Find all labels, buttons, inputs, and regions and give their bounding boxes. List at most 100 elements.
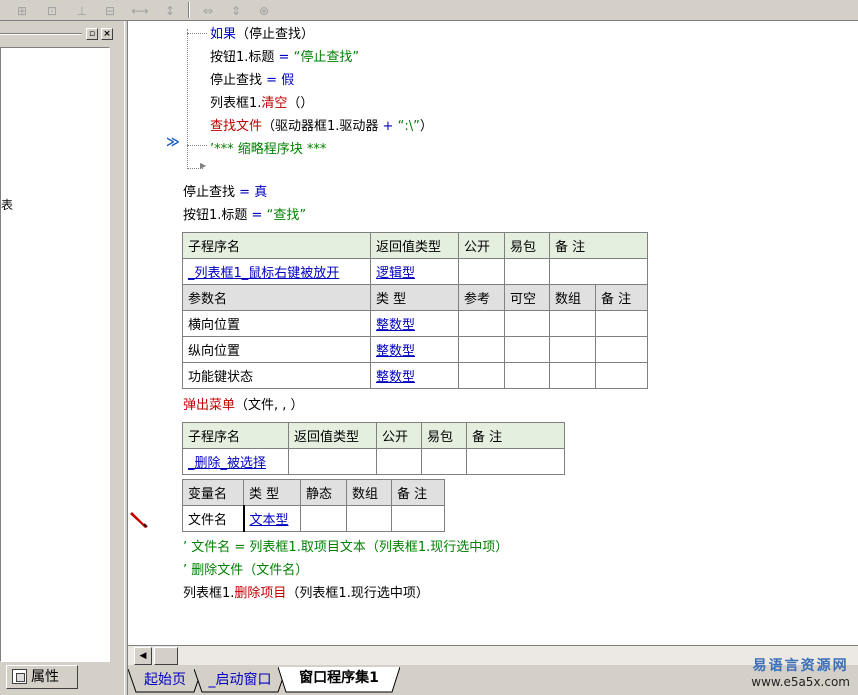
param-name-cell[interactable]: 横向位置 [182,310,371,337]
code-line[interactable]: 停止查找 = 真 [183,181,267,200]
param-name-cell[interactable]: 功能键状态 [182,362,371,389]
public-cell[interactable] [458,258,505,285]
return-type-cell[interactable] [288,448,377,475]
space-horizontal-icon[interactable]: ⟷ [130,1,150,19]
subroutine-name: _列表框1_鼠标右键被放开 [188,266,340,281]
tab-start-page[interactable]: 起始页 [128,669,202,693]
param-remark-cell[interactable] [595,310,648,337]
code-text: 列表框1. [210,96,262,111]
param-ref-cell[interactable] [458,336,505,363]
collapsed-block-marker-icon[interactable]: ≫ [166,135,180,150]
easy-pkg-cell[interactable] [504,258,550,285]
return-type: 逻辑型 [376,266,416,281]
maximize-icon[interactable]: ▫ [86,28,98,40]
param-remark-cell[interactable] [595,362,648,389]
param-type-cell[interactable]: 整数型 [370,310,459,337]
align-middle-icon[interactable]: ⊟ [100,1,120,19]
document-tabs: 起始页 _启动窗口 窗口程序集1 [128,665,858,695]
align-center-icon[interactable]: ⊡ [42,1,62,19]
same-width-icon[interactable]: ⇔ [198,1,218,19]
code-line-if[interactable]: 如果（停止查找） [210,23,314,42]
panel-title-bar: ▫ × [0,26,118,42]
param-ref-cell[interactable] [458,310,505,337]
header-cell: 公开 [376,422,422,449]
subroutine-table: 子程序名 返回值类型 公开 易包 备 注 _列表框1_鼠标右键被放开 逻辑型 参… [182,232,648,389]
code-line[interactable]: 查找文件（驱动器框1.驱动器 + “:\”） [210,115,433,134]
space-vertical-icon[interactable]: ↕ [160,1,180,19]
string-literal: “:\” [397,119,420,134]
return-type-cell[interactable]: 逻辑型 [370,258,459,285]
param-optional-cell[interactable] [504,310,550,337]
tab-window-assembly[interactable]: 窗口程序集1 [278,667,400,693]
subroutine-name-cell[interactable]: _列表框1_鼠标右键被放开 [182,258,371,285]
tab-startup-window[interactable]: _启动窗口 [194,669,286,693]
code-line-comment[interactable]: ’ 文件名 = 列表框1.取项目文本（列表框1.现行选中项） [183,536,508,555]
keyword-if: 如果 [210,27,237,42]
easy-pkg-cell[interactable] [421,448,467,475]
editor-gutter [128,21,152,645]
alignment-toolbar: ⊞ ⊡ ⊥ ⊟ ⟷ ↕ ⇔ ⇕ ⊕ [0,0,858,21]
if-condition: （停止查找） [236,27,315,42]
align-top-icon[interactable]: ⊥ [72,1,92,19]
header-cell: 返回值类型 [370,232,459,259]
param-array-cell[interactable] [549,336,596,363]
param-optional-cell[interactable] [504,362,550,389]
variable-table: 变量名 类 型 静态 数组 备 注 文件名 文本型 [182,479,445,532]
code-text: 停止查找 [183,185,236,200]
code-line[interactable]: 按钮1.标题 = “停止查找” [210,46,359,65]
flow-guide-mid [187,145,207,146]
header-cell: 变量名 [182,479,244,506]
code-line[interactable]: 按钮1.标题 = “查找” [183,204,306,223]
align-left-icon[interactable]: ⊞ [12,1,32,19]
code-line[interactable]: 停止查找 = 假 [210,69,294,88]
var-name-cell[interactable]: 文件名 [182,505,244,532]
param-array-cell[interactable] [549,310,596,337]
close-icon[interactable]: × [101,28,113,40]
panel-content[interactable]: 表 [0,47,110,662]
code-text: 按钮1.标题 [183,208,248,223]
subroutine-name-cell[interactable]: _删除_被选择 [182,448,289,475]
operator: = [235,185,255,200]
var-static-cell[interactable] [300,505,347,532]
operator: = [274,50,294,65]
param-remark-cell[interactable] [595,336,648,363]
param-array-cell[interactable] [549,362,596,389]
code-line[interactable]: 列表框1.删除项目（列表框1.现行选中项） [183,582,429,601]
code-line-comment[interactable]: ’ 删除文件（文件名） [183,559,308,578]
header-cell: 子程序名 [182,422,289,449]
remark-cell[interactable] [549,258,648,285]
header-cell: 数组 [549,284,596,311]
public-cell[interactable] [376,448,422,475]
properties-tab-label: 属性 [31,669,59,685]
param-type: 整数型 [376,370,416,385]
left-dock-panel: ▫ × 表 属性 [0,21,124,695]
toolbar-separator [188,2,190,18]
param-type-cell[interactable]: 整数型 [370,362,459,389]
watermark-url: www.e5a5x.com [751,675,850,689]
scroll-left-button[interactable]: ◀ [134,647,152,665]
code-line[interactable]: 列表框1.清空（） [210,92,313,111]
code-text: （文件, , ） [235,398,304,413]
properties-tab[interactable]: 属性 [6,665,78,689]
code-editor[interactable]: ▶ ≫ 如果（停止查找） 按钮1.标题 = “停止查找” 停止查找 = 假 列表… [128,21,858,645]
watermark-title: 易语言资源网 [752,658,849,674]
param-ref-cell[interactable] [458,362,505,389]
var-array-cell[interactable] [346,505,392,532]
param-optional-cell[interactable] [504,336,550,363]
param-name-cell[interactable]: 纵向位置 [182,336,371,363]
header-cell: 返回值类型 [288,422,377,449]
code-line-collapsed[interactable]: ’*** 缩略程序块 *** [210,138,326,157]
header-cell: 数组 [346,479,392,506]
same-height-icon[interactable]: ⇕ [226,1,246,19]
same-size-icon[interactable]: ⊕ [254,1,274,19]
horizontal-scrollbar[interactable]: ◀ [128,645,858,665]
scroll-thumb[interactable] [154,647,178,665]
remark-cell[interactable] [466,448,565,475]
code-text: （列表框1.现行选中项） [286,586,429,601]
code-text: ） [419,119,433,134]
var-remark-cell[interactable] [391,505,445,532]
code-text: 按钮1.标题 [210,50,275,65]
param-type-cell[interactable]: 整数型 [370,336,459,363]
var-type-cell[interactable]: 文本型 [242,505,301,532]
code-line[interactable]: 弹出菜单（文件, , ） [183,394,304,413]
